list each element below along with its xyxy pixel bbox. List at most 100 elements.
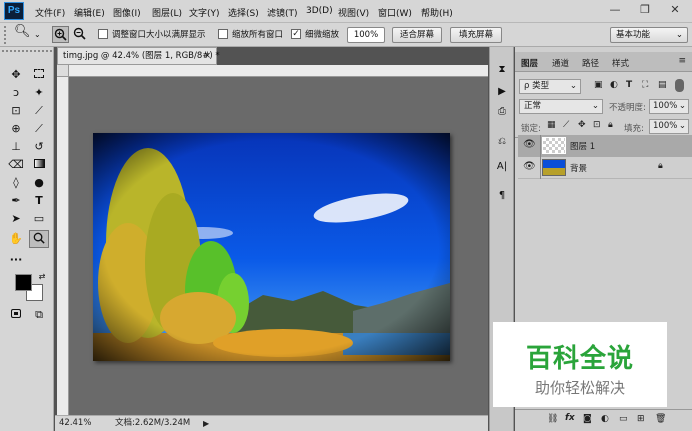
- history-panel-icon[interactable]: ⧗: [493, 61, 511, 79]
- layer-name[interactable]: 图层 1: [570, 140, 595, 152]
- path-selection-icon[interactable]: ➤: [8, 211, 24, 227]
- menu-window[interactable]: 窗口(W): [378, 6, 412, 19]
- layer-row-layer1[interactable]: 👁︎ 图层 1: [518, 135, 692, 157]
- menu-type[interactable]: 文字(Y): [189, 6, 220, 19]
- menu-edit[interactable]: 编辑(E): [74, 6, 105, 19]
- eyedropper-icon[interactable]: ⟋: [31, 103, 47, 119]
- filter-toggle[interactable]: [675, 79, 684, 92]
- visibility-eye-icon[interactable]: 👁︎: [523, 139, 536, 150]
- lock-transparent-icon[interactable]: ▦: [547, 120, 556, 130]
- shape-tool-icon[interactable]: ▭: [31, 211, 47, 227]
- restore-button[interactable]: ❐: [630, 0, 660, 22]
- filter-adjustment-icon[interactable]: ◐: [610, 80, 618, 90]
- pen-tool-icon[interactable]: ✒: [8, 193, 24, 209]
- tab-styles[interactable]: 样式: [612, 57, 629, 69]
- horizontal-ruler: [57, 65, 488, 77]
- brush-tool-icon[interactable]: ⟋: [31, 121, 47, 137]
- layer-filter-select[interactable]: ρ 类型 ⌄: [519, 79, 581, 94]
- paragraph-panel-icon[interactable]: ¶: [493, 187, 511, 205]
- dodge-tool-icon[interactable]: ●: [31, 175, 47, 191]
- lock-icon: 🔒︎: [658, 161, 663, 171]
- zoom-out-button[interactable]: [72, 26, 89, 43]
- filter-type-icon[interactable]: T: [626, 80, 632, 90]
- fx-icon[interactable]: fx: [565, 413, 575, 423]
- magic-wand-icon[interactable]: ✦: [31, 85, 47, 101]
- zoom-all-checkbox[interactable]: [218, 29, 228, 39]
- new-group-icon[interactable]: ▭: [619, 414, 628, 424]
- filter-pixel-icon[interactable]: ▣: [594, 80, 603, 90]
- menu-3d[interactable]: 3D(D): [306, 6, 333, 16]
- chevron-down-icon[interactable]: ⌄: [34, 28, 41, 42]
- properties-panel-icon[interactable]: ⎙: [493, 103, 511, 121]
- menu-image[interactable]: 图像(I): [113, 6, 141, 19]
- add-mask-icon[interactable]: ◙: [583, 414, 592, 424]
- history-brush-icon[interactable]: ↺: [31, 139, 47, 155]
- blend-mode-label: 正常: [524, 101, 542, 111]
- hand-tool-icon[interactable]: ✋: [8, 231, 24, 247]
- chevron-down-icon: ⌄: [678, 121, 686, 131]
- zoom-in-icon: [54, 28, 67, 41]
- new-layer-icon[interactable]: ⊞: [637, 414, 645, 424]
- minimize-button[interactable]: —: [600, 0, 630, 22]
- resize-window-label: 调整窗口大小以满屏显示: [112, 30, 206, 40]
- move-tool-icon[interactable]: ✥: [8, 67, 24, 83]
- tab-channels[interactable]: 通道: [552, 57, 569, 69]
- menu-view[interactable]: 视图(V): [338, 6, 369, 19]
- lock-artboard-icon[interactable]: ⊡: [593, 120, 601, 130]
- healing-brush-icon[interactable]: ⊕: [8, 121, 24, 137]
- actions-panel-icon[interactable]: ▶: [493, 83, 511, 101]
- zoom-in-button[interactable]: [52, 26, 69, 43]
- lock-image-icon[interactable]: ⟋: [563, 120, 569, 130]
- adjustment-layer-icon[interactable]: ◐: [601, 414, 609, 424]
- crop-tool-icon[interactable]: ⊡: [8, 103, 24, 119]
- layer-name[interactable]: 背景: [570, 162, 587, 174]
- blend-mode-select[interactable]: 正常 ⌄: [519, 99, 603, 114]
- type-tool-icon[interactable]: T: [31, 193, 47, 209]
- more-tools-icon[interactable]: ···: [8, 252, 24, 268]
- fill-field[interactable]: 100% ⌄: [649, 119, 689, 134]
- zoom-tool-icon[interactable]: [29, 230, 49, 248]
- panel-menu-icon[interactable]: ≡: [678, 56, 686, 66]
- gradient-tool-icon[interactable]: [31, 157, 47, 173]
- scrubby-zoom-checkbox[interactable]: ✓: [291, 29, 301, 39]
- zoom-value-field[interactable]: 100%: [347, 27, 385, 43]
- filter-smart-object-icon[interactable]: ▤: [658, 80, 667, 90]
- lock-position-icon[interactable]: ✥: [578, 120, 586, 130]
- screen-mode-icon[interactable]: ⧉: [31, 307, 47, 323]
- foreground-color-swatch[interactable]: [15, 274, 32, 291]
- menu-select[interactable]: 选择(S): [228, 6, 259, 19]
- status-menu-icon[interactable]: ▶: [203, 416, 209, 431]
- fit-screen-button[interactable]: 适合屏幕: [392, 27, 442, 43]
- menu-file[interactable]: 文件(F): [35, 6, 65, 19]
- tab-paths[interactable]: 路径: [582, 57, 599, 69]
- close-window-button[interactable]: ✕: [660, 0, 690, 22]
- lock-all-icon[interactable]: 🔒︎: [608, 120, 613, 130]
- delete-layer-icon[interactable]: 🗑︎: [655, 414, 666, 424]
- layer-row-background[interactable]: 👁︎ 背景 🔒︎: [518, 157, 692, 179]
- character-panel-icon[interactable]: A|: [493, 158, 511, 176]
- zoom-percentage[interactable]: 42.41%: [59, 416, 91, 431]
- zoom-tool-preset-icon[interactable]: 🔍︎: [14, 25, 31, 39]
- opacity-field[interactable]: 100% ⌄: [649, 99, 689, 114]
- resize-window-checkbox[interactable]: [98, 29, 108, 39]
- document-tab[interactable]: timg.jpg @ 42.4% (图层 1, RGB/8#) * ×: [57, 47, 220, 65]
- quick-mask-icon[interactable]: [8, 307, 24, 323]
- filter-shape-icon[interactable]: ⛶: [642, 80, 648, 90]
- clone-source-icon[interactable]: ⎌: [493, 133, 511, 151]
- swap-colors-icon[interactable]: ⇄: [34, 269, 50, 285]
- workspace-select[interactable]: 基本功能 ⌄: [610, 27, 688, 43]
- close-tab-icon[interactable]: ×: [204, 48, 211, 64]
- link-layers-icon[interactable]: ⛓: [547, 414, 558, 424]
- lasso-tool-icon[interactable]: ↄ: [8, 85, 24, 101]
- ruler-origin[interactable]: [57, 65, 69, 77]
- visibility-eye-icon[interactable]: 👁︎: [523, 161, 536, 172]
- marquee-tool-icon[interactable]: [31, 67, 47, 83]
- fill-screen-button[interactable]: 填充屏幕: [450, 27, 502, 43]
- eraser-tool-icon[interactable]: ⌫: [8, 157, 24, 173]
- blur-tool-icon[interactable]: ◊: [8, 175, 24, 191]
- menu-help[interactable]: 帮助(H): [421, 6, 453, 19]
- menu-layer[interactable]: 图层(L): [152, 6, 182, 19]
- menu-filter[interactable]: 滤镜(T): [267, 6, 298, 19]
- tab-layers[interactable]: 图层: [521, 57, 538, 69]
- clone-stamp-icon[interactable]: ⊥: [8, 139, 24, 155]
